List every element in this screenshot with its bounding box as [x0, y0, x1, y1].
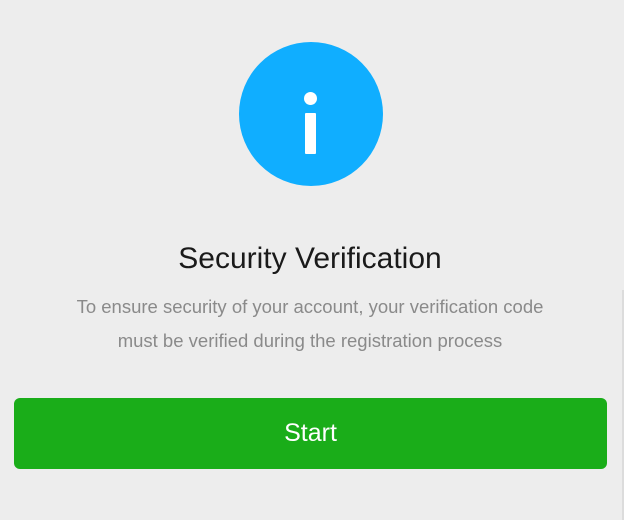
info-icon-dot	[304, 92, 317, 105]
start-button[interactable]: Start	[14, 398, 607, 469]
info-icon	[239, 42, 383, 186]
security-verification-screen: Security Verification To ensure security…	[0, 0, 624, 520]
info-icon-bar	[305, 113, 316, 154]
description-line-2: must be verified during the registration…	[117, 330, 503, 351]
page-title: Security Verification	[178, 242, 442, 275]
description-line-1: To ensure security of your account, your…	[76, 296, 544, 317]
